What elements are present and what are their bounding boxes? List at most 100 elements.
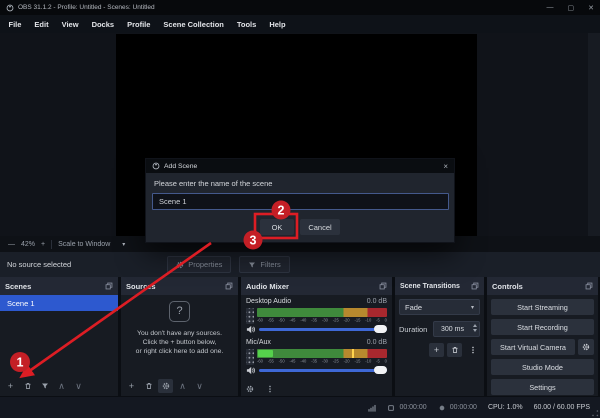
drag-handle-icon[interactable] (246, 308, 254, 324)
spin-down-icon[interactable] (473, 329, 477, 332)
zoom-in-button[interactable]: + (41, 241, 45, 248)
mic-level-active (258, 350, 273, 357)
add-scene-button[interactable]: + (3, 379, 18, 393)
popout-icon[interactable] (471, 282, 479, 290)
menu-item[interactable]: Help (263, 20, 292, 29)
add-transition-button[interactable]: + (429, 343, 444, 357)
resize-grip-icon[interactable] (591, 409, 599, 417)
studio-mode-button[interactable]: Studio Mode (491, 359, 594, 375)
scenes-header: Scenes (0, 277, 118, 295)
spin-up-icon[interactable] (473, 324, 477, 327)
advanced-audio-gear-icon[interactable] (246, 385, 254, 393)
mic-aux-meter-row: -60-55-50-45-40-35-30-25-20-15-10-50 (246, 349, 387, 365)
remove-transition-button[interactable] (447, 343, 462, 357)
maximize-button[interactable]: ▢ (568, 4, 575, 12)
speaker-icon[interactable] (246, 366, 255, 375)
settings-button[interactable]: Settings (491, 379, 594, 395)
menu-item[interactable]: Scene Collection (157, 20, 230, 29)
slider-handle[interactable] (374, 366, 387, 374)
scene-name-value: Scene 1 (159, 197, 187, 206)
mixer-footer (246, 385, 274, 393)
popout-icon[interactable] (379, 282, 387, 290)
properties-button[interactable]: Properties (167, 256, 231, 273)
gear-icon (176, 261, 184, 269)
streaming-time-value: 00:00:00 (450, 404, 477, 411)
meter-scale: -60-55-50-45-40-35-30-25-20-15-10-50 (257, 359, 387, 364)
slider-handle[interactable] (374, 325, 387, 333)
meter-tick: -45 (289, 318, 295, 323)
dock-panels: Scenes Scene 1 + ∧ ∨ Sources ? You d (0, 277, 600, 396)
sources-panel: Sources ? You don't have any sources.Cli… (121, 277, 238, 396)
dialog-title: Add Scene (164, 163, 197, 170)
duration-spinner[interactable]: 300 ms (433, 321, 480, 337)
dialog-close-icon[interactable]: × (443, 162, 448, 171)
filter-icon (248, 261, 256, 269)
mic-aux-volume-row (246, 366, 387, 376)
popout-icon[interactable] (225, 282, 233, 290)
source-properties-button[interactable] (158, 379, 173, 393)
meter-tick: -40 (300, 359, 306, 364)
scene-name-input[interactable]: Scene 1 (152, 193, 449, 210)
sources-empty-text-line: or right click here to add one. (121, 348, 238, 357)
title-bar: OBS 31.1.2 - Profile: Untitled - Scenes:… (0, 0, 600, 15)
speaker-icon[interactable] (246, 325, 255, 334)
channel-name: Mic/Aux (246, 339, 271, 346)
chevron-down-icon[interactable]: ▾ (122, 241, 125, 248)
menu-item[interactable]: Docks (85, 20, 121, 29)
controls-title: Controls (492, 282, 523, 291)
start-streaming-button[interactable]: Start Streaming (491, 299, 594, 315)
popout-icon[interactable] (585, 282, 593, 290)
meter-tick: -15 (354, 359, 360, 364)
menu-item[interactable]: Profile (121, 20, 157, 29)
streaming-time: 00:00:00 (438, 404, 477, 412)
scenes-title: Scenes (5, 282, 31, 291)
volume-slider[interactable] (259, 328, 387, 331)
move-scene-up-button[interactable]: ∧ (54, 379, 69, 393)
dialog-prompt: Please enter the name of the scene (154, 179, 272, 188)
dialog-title-bar: Add Scene × (146, 159, 454, 173)
cancel-button[interactable]: Cancel (300, 219, 340, 235)
ok-button[interactable]: OK (260, 219, 294, 235)
transition-options-icon[interactable] (465, 343, 480, 357)
add-source-button[interactable]: + (124, 379, 139, 393)
properties-label: Properties (188, 260, 222, 269)
menu-item[interactable]: Edit (28, 20, 55, 29)
more-options-icon[interactable] (266, 385, 274, 393)
meter-tick: -5 (376, 318, 380, 323)
transition-dropdown[interactable]: Fade ▾ (399, 299, 480, 315)
start-recording-button[interactable]: Start Recording (491, 319, 594, 335)
duration-value: 300 ms (441, 326, 464, 333)
scene-list-item-selected[interactable]: Scene 1 (0, 295, 118, 311)
move-source-up-button[interactable]: ∧ (175, 379, 190, 393)
network-signal-icon (368, 404, 376, 412)
scenes-panel: Scenes Scene 1 + ∧ ∨ (0, 277, 118, 396)
scene-filters-button[interactable] (37, 379, 52, 393)
virtual-camera-settings-button[interactable] (578, 339, 594, 355)
remove-source-button[interactable] (141, 379, 156, 393)
menu-item[interactable]: File (2, 20, 28, 29)
spinner-arrows[interactable] (473, 324, 477, 332)
menu-item[interactable]: Tools (230, 20, 262, 29)
volume-slider[interactable] (259, 369, 387, 372)
filters-button[interactable]: Filters (239, 256, 289, 273)
meter-tick: -35 (311, 359, 317, 364)
remove-scene-button[interactable] (20, 379, 35, 393)
menu-bar: FileEditViewDocksProfileScene Collection… (0, 15, 600, 33)
popout-icon[interactable] (105, 282, 113, 290)
meter-tick: -10 (365, 318, 371, 323)
close-button[interactable]: ✕ (588, 4, 594, 12)
drag-handle-icon[interactable] (246, 349, 254, 365)
menu-item[interactable]: View (55, 20, 85, 29)
minimize-button[interactable]: — (547, 4, 554, 12)
audio-mixer-header: Audio Mixer (241, 277, 392, 295)
move-scene-down-button[interactable]: ∨ (71, 379, 86, 393)
scale-mode-dropdown[interactable]: Scale to Window (58, 241, 110, 248)
start-virtual-camera-button[interactable]: Start Virtual Camera (491, 339, 575, 355)
scene-name: Scene 1 (7, 299, 35, 308)
move-source-down-button[interactable]: ∨ (192, 379, 207, 393)
meter-tick: -50 (279, 318, 285, 323)
source-toolbar: No source selected Properties Filters (0, 252, 600, 277)
sources-toolbar: + ∧ ∨ (121, 378, 238, 394)
zoom-out-button[interactable]: — (8, 241, 15, 248)
transition-buttons: + (429, 343, 480, 357)
